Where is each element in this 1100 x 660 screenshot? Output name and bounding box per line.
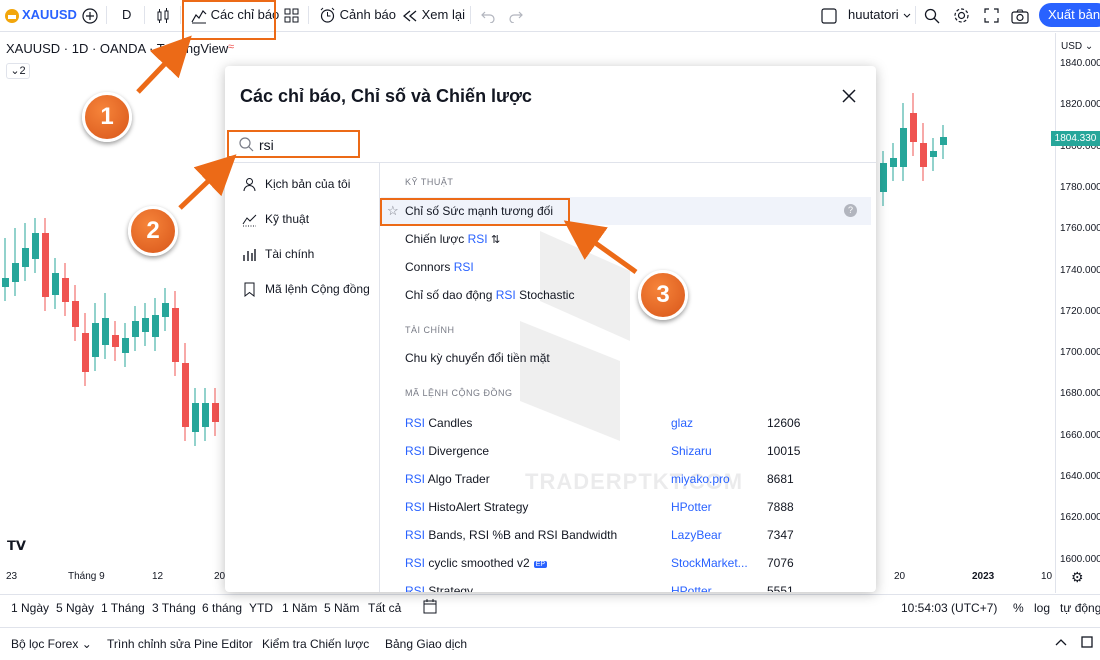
step-badge-1: 1 (82, 92, 132, 142)
step-badge-2: 2 (128, 206, 178, 256)
annotation-arrows (136, 35, 638, 275)
step-badge-3: 3 (638, 270, 688, 320)
